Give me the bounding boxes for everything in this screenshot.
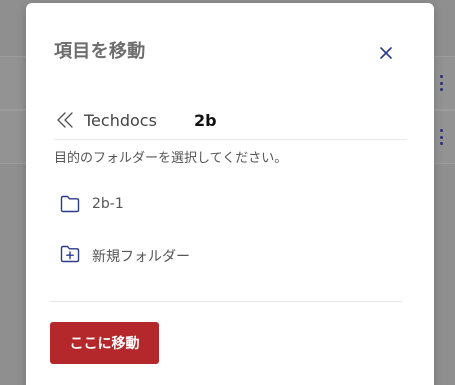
folder-label: 2b-1	[92, 196, 124, 212]
breadcrumb-root-link[interactable]: Techdocs	[84, 111, 157, 130]
move-item-dialog: 項目を移動 Techdocs 2b 目的のフォルダーを選択してください。 2b-…	[26, 3, 434, 385]
breadcrumb-current-folder: 2b	[194, 111, 217, 130]
new-folder-label: 新規フォルダー	[92, 249, 190, 265]
more-options-icon	[439, 129, 443, 145]
double-chevron-left-icon[interactable]	[56, 111, 74, 129]
folder-list-item[interactable]: 2b-1	[54, 191, 406, 221]
close-icon[interactable]	[378, 45, 394, 61]
footer-divider	[50, 301, 402, 302]
move-here-button[interactable]: ここに移動	[50, 322, 159, 364]
instruction-text: 目的のフォルダーを選択してください。	[54, 151, 288, 166]
dialog-title: 項目を移動	[54, 41, 146, 62]
folder-icon	[60, 195, 80, 213]
new-folder-item[interactable]: 新規フォルダー	[54, 241, 406, 271]
more-options-icon	[439, 75, 443, 91]
new-folder-icon	[60, 245, 80, 263]
breadcrumb: Techdocs 2b	[54, 109, 406, 140]
